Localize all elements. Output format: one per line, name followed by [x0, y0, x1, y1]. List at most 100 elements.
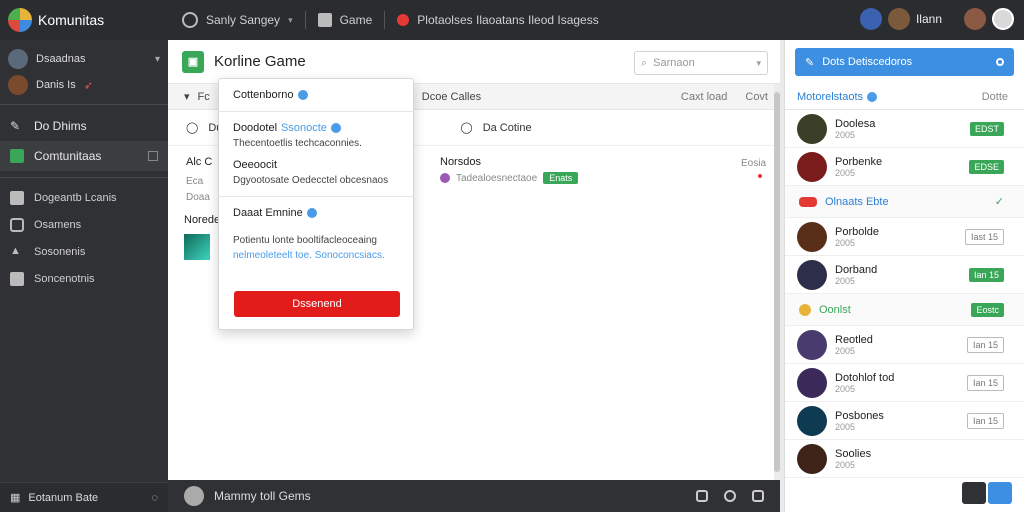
- dropdown-item-desc: Dgyootosate Oedecctel obcesnaos: [233, 175, 389, 186]
- check-icon[interactable]: [696, 490, 708, 502]
- caret-down-icon[interactable]: ▾: [184, 90, 190, 103]
- dropdown-desc-link[interactable]: nelmeoleteelt toe. Sonoconcsiacs.: [233, 250, 399, 261]
- avatar[interactable]: [964, 8, 986, 30]
- filter-label[interactable]: Fc: [198, 91, 210, 103]
- sidebar-item-dhims[interactable]: ✎ Do Dhims: [0, 111, 168, 141]
- nav-notifications[interactable]: Plotaolses Ilaoatans Ileod Isagess: [397, 13, 599, 27]
- group-row[interactable]: Oonlst Eostc: [785, 294, 1024, 326]
- list-item[interactable]: Posbones 2005 Ian 15: [785, 402, 1024, 440]
- list-item[interactable]: Reotled 2005 Ian 15: [785, 326, 1024, 364]
- message-icon[interactable]: [988, 482, 1012, 504]
- edit-icon: ✎: [805, 56, 815, 69]
- chevron-down-icon: ▾: [288, 14, 293, 25]
- emoji-icon[interactable]: [724, 490, 736, 502]
- friend-action-button[interactable]: EDST: [969, 121, 1004, 136]
- scrollbar-thumb[interactable]: [774, 92, 780, 472]
- scrollbar[interactable]: [774, 84, 780, 480]
- game-icon: [317, 13, 332, 27]
- post-title[interactable]: Norsdos: [440, 156, 481, 168]
- friend-action-button[interactable]: Ian 15: [966, 336, 1004, 353]
- divider: [0, 104, 168, 105]
- list-item[interactable]: Dotohlof tod 2005 Ian 15: [785, 364, 1024, 402]
- avatar[interactable]: [887, 8, 910, 30]
- sidebar-user[interactable]: Danis Is ➶: [0, 72, 168, 98]
- avatar: [797, 405, 827, 436]
- post-thumbnail[interactable]: [184, 234, 210, 260]
- list-item[interactable]: Dorband 2005 Ian 15: [785, 256, 1024, 294]
- avatar[interactable]: [184, 486, 204, 506]
- friend-info: Porbenke 2005: [835, 156, 882, 178]
- group-row[interactable]: Olnaats Ebte ✓: [785, 186, 1024, 218]
- section-header: Motorelstaots Dotte: [785, 84, 1024, 110]
- list-item[interactable]: Doolesa 2005 EDST: [785, 110, 1024, 148]
- sidebar-user-name: Danis Is: [36, 79, 76, 91]
- list-item[interactable]: Porbenke 2005 EDSE: [785, 148, 1024, 186]
- image-icon: [10, 271, 24, 286]
- sidebar-item-osamens[interactable]: Osamens: [0, 211, 168, 238]
- avatar: [797, 151, 827, 182]
- friend-action-button[interactable]: Iast 15: [964, 228, 1004, 245]
- chat-fab[interactable]: [962, 482, 1012, 504]
- list-item[interactable]: Porbolde 2005 Iast 15: [785, 218, 1024, 256]
- notification-icon: [397, 14, 410, 26]
- filter-right-2[interactable]: Covt: [745, 91, 768, 103]
- sidebar-item-soncenotnis[interactable]: Soncenotnis: [0, 265, 168, 292]
- bottom-bar-label: Mammy toll Gems: [214, 489, 311, 503]
- add-icon[interactable]: [148, 151, 158, 161]
- avatar[interactable]: [859, 8, 882, 30]
- tab-right[interactable]: Da Cotine: [483, 122, 532, 134]
- profile-icon[interactable]: [992, 8, 1014, 30]
- submit-button[interactable]: Dssenend: [234, 291, 400, 317]
- verified-icon: [297, 90, 308, 100]
- edit-icon: ✎: [10, 119, 21, 133]
- search-input[interactable]: ⌕ Sarnaon ▾: [634, 51, 768, 75]
- divider: [0, 177, 168, 178]
- brand[interactable]: Komunitas: [0, 8, 168, 32]
- sidebar-item-label: Soncenotnis: [34, 272, 95, 285]
- sidebar-user[interactable]: Dsaadnas ▾: [0, 46, 168, 72]
- dropdown-title[interactable]: Cottenborno: [233, 89, 399, 101]
- dropdown-item[interactable]: Doodotel Ssonocte: [233, 122, 399, 134]
- friend-sub: 2005: [835, 345, 856, 356]
- group-action-button[interactable]: Eostc: [971, 302, 1004, 317]
- chat-icon[interactable]: [962, 482, 986, 504]
- friend-name: Posbones: [835, 409, 884, 422]
- verified-icon: [867, 91, 878, 102]
- dropdown-item-title: Doodotel: [233, 122, 278, 134]
- post-meta: Eca: [186, 176, 204, 187]
- primary-action-button[interactable]: ✎ Dots Detiscedoros: [795, 48, 1014, 76]
- warning-icon: ▲: [10, 244, 21, 257]
- topbar-user[interactable]: Ilann: [859, 8, 1014, 30]
- post-title[interactable]: Alc C: [186, 156, 212, 168]
- media-icon[interactable]: [752, 490, 764, 502]
- section-tail[interactable]: Dotte: [982, 91, 1008, 103]
- filter-middle[interactable]: Dcoe Calles: [422, 91, 481, 103]
- nav-home[interactable]: Sanly Sangey ▾: [182, 12, 293, 28]
- dropdown-item-link[interactable]: Ssonocte: [281, 122, 327, 134]
- dropdown-item[interactable]: Daaat Emnine: [233, 207, 399, 219]
- sidebar-bottom[interactable]: ▦ Eotanum Bate ◌: [0, 482, 168, 512]
- friend-name: Porbenke: [835, 155, 883, 168]
- chevron-down-icon[interactable]: ▾: [756, 58, 761, 69]
- friend-action-button[interactable]: Ian 15: [966, 412, 1004, 429]
- user-icon: ◯: [186, 122, 199, 134]
- friend-action-button[interactable]: Ian 15: [966, 374, 1004, 391]
- friend-action-button[interactable]: Ian 15: [968, 267, 1004, 282]
- friend-name: Soolies: [835, 447, 872, 460]
- nav-game[interactable]: Game: [317, 13, 372, 27]
- avatar: [797, 329, 827, 360]
- divider: [219, 111, 413, 112]
- check-icon[interactable]: ✓: [995, 195, 1004, 208]
- smile-icon: [182, 12, 198, 28]
- sidebar-item-documents[interactable]: Dogeantb Lcanis: [0, 184, 168, 211]
- list-item[interactable]: Soolies 2005: [785, 440, 1024, 478]
- chat-icon[interactable]: ◌: [151, 492, 158, 504]
- dropdown-item[interactable]: Oeeoocit: [233, 159, 399, 171]
- friend-sub: 2005: [835, 421, 856, 432]
- filter-right-1[interactable]: Caxt load: [681, 91, 727, 103]
- friend-info: Dotohlof tod 2005: [835, 372, 894, 394]
- sidebar-item-sosonenis[interactable]: ▲ Sosonenis: [0, 238, 168, 265]
- friend-action-button[interactable]: EDSE: [969, 159, 1004, 174]
- sidebar-item-communities[interactable]: Comtunitaas: [0, 141, 168, 171]
- chevron-down-icon[interactable]: ▾: [155, 54, 160, 65]
